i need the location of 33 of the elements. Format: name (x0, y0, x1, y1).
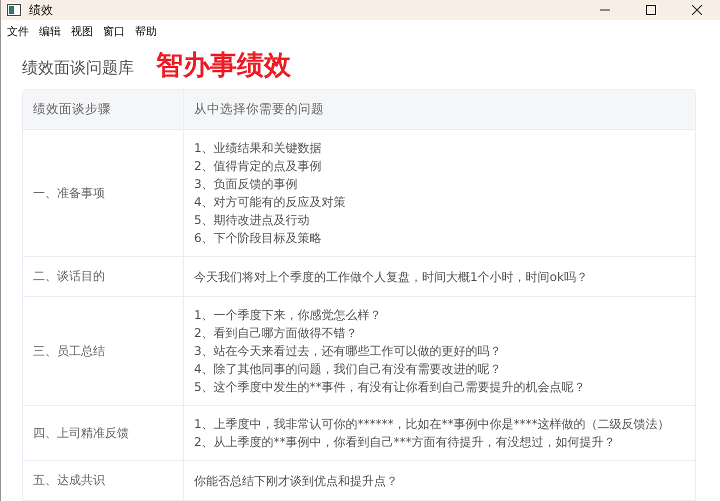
question-text: 1、上季度中，我非常认可你的******，比如在**事例中你是****这样做的（二级反馈法） (194, 416, 671, 433)
question-text: 2、值得肯定的点及事例 (194, 158, 323, 175)
question-text: 3、负面反馈的事例 (194, 176, 299, 193)
close-icon (692, 5, 702, 15)
question-text: 1、一个季度下来，你感觉怎么样？ (194, 307, 383, 324)
question-text: 6、下个阶段目标及策略 (194, 230, 323, 247)
question-text: 5、期待改进点及行动 (194, 212, 311, 229)
menu-item[interactable]: 视图 (71, 24, 93, 39)
question-text: 2、从上季度的**事例中，你看到自己***方面有待提升，有没想过，如何提升？ (194, 434, 617, 451)
window-title: 绩效 (29, 2, 53, 18)
step-cell: 三、员工总结 (33, 342, 105, 360)
column-header: 从中选择你需要的问题 (193, 100, 325, 118)
menu-item[interactable]: 帮助 (135, 24, 157, 39)
step-cell: 四、上司精准反馈 (33, 424, 129, 442)
question-text: 1、业绩结果和关键数据 (194, 140, 323, 157)
step-cell: 一、准备事项 (33, 184, 105, 202)
question-text: 4、除了其他同事的问题，我们自己有没有需要改进的呢？ (194, 361, 503, 378)
menu-item[interactable]: 窗口 (103, 24, 125, 39)
menu-item[interactable]: 编辑 (39, 24, 61, 39)
menu-item[interactable]: 文件 (7, 24, 29, 39)
question-text: 5、这个季度中发生的**事件，有没有让你看到自己需要提升的机会点呢？ (194, 379, 587, 396)
brand-title: 智办事绩效 (156, 49, 291, 83)
question-text: 你能否总结下刚才谈到优点和提升点？ (194, 472, 399, 490)
question-text: 4、对方可能有的反应及对策 (194, 194, 347, 211)
question-text: 2、看到自己哪方面做得不错？ (194, 325, 359, 342)
app-icon (7, 4, 21, 16)
question-text: 今天我们将对上个季度的工作做个人复盘，时间大概1个小时，时间ok吗？ (194, 268, 589, 286)
step-cell: 五、达成共识 (33, 472, 105, 489)
step-cell: 二、谈话目的 (33, 268, 105, 285)
page-title: 绩效面谈问题库 (22, 58, 134, 78)
maximize-icon (646, 5, 656, 15)
question-text: 3、站在今天来看过去，还有哪些工作可以做的更好的吗？ (194, 343, 503, 360)
column-header: 绩效面谈步骤 (23, 90, 184, 129)
